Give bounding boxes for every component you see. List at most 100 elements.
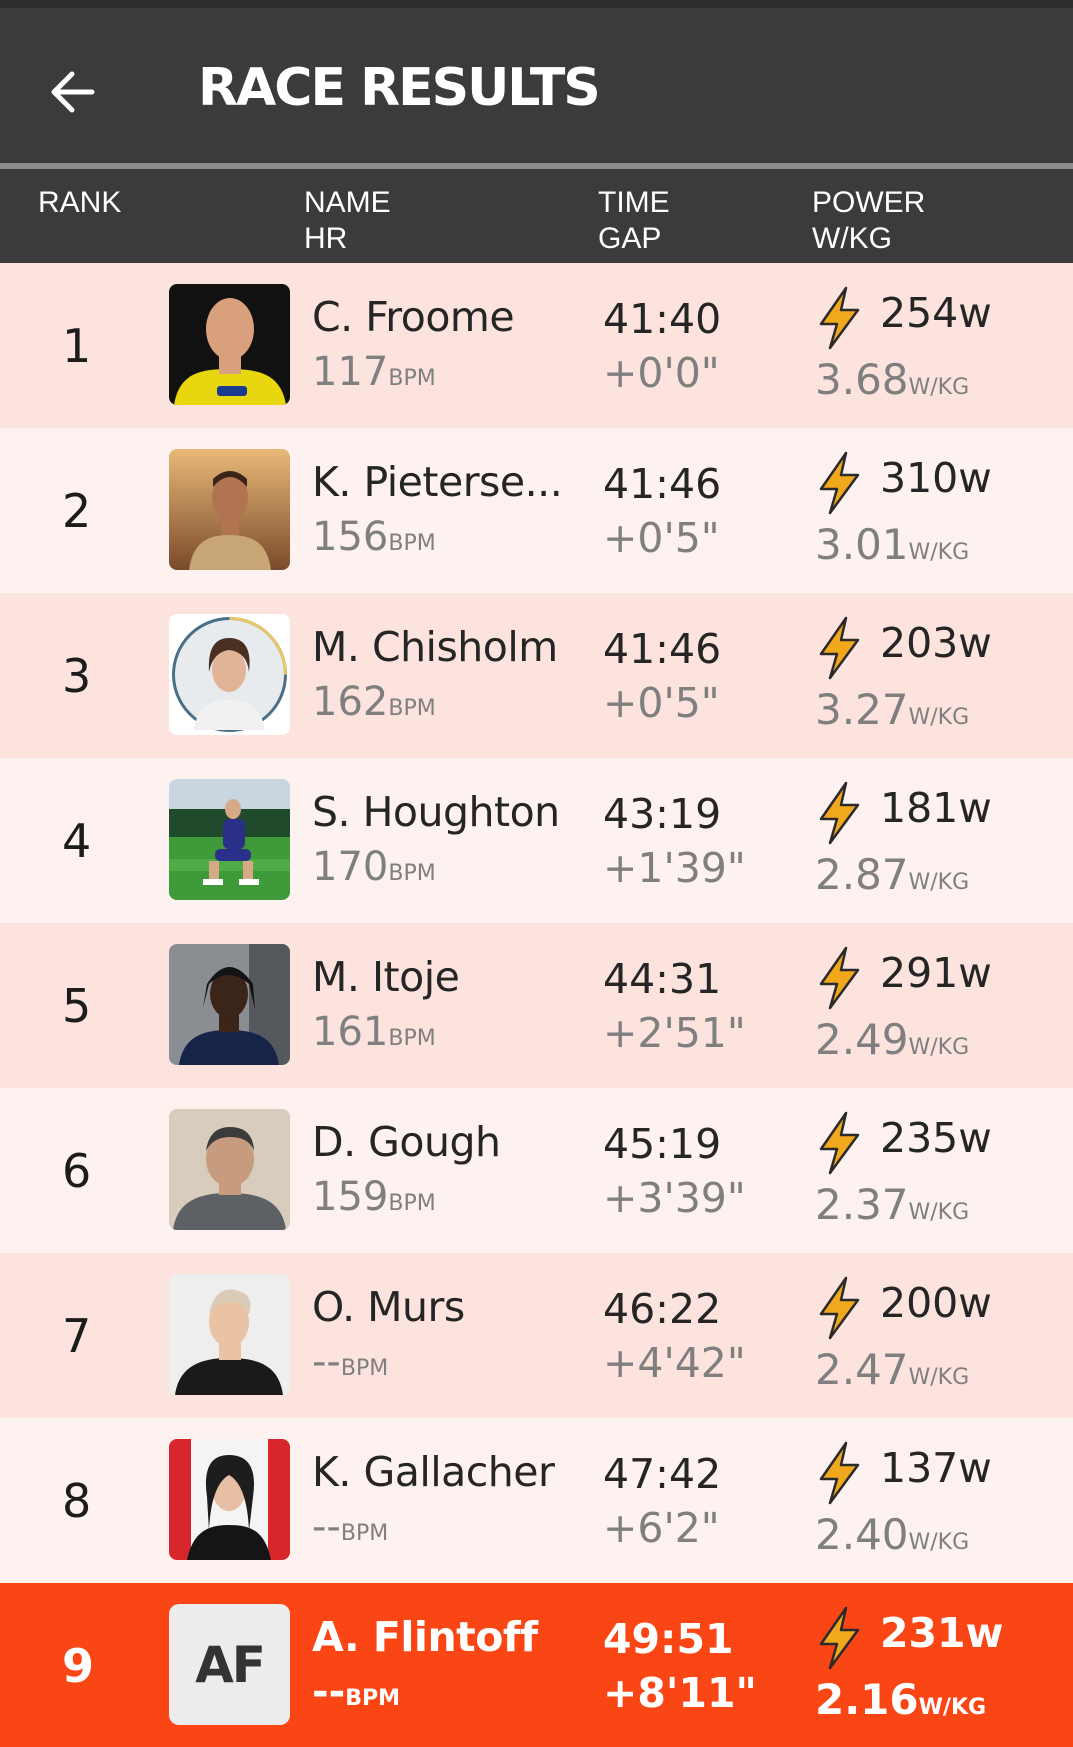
race-time: 41:46 [603, 460, 722, 508]
power-watts: 200w [880, 1279, 992, 1327]
column-hr-label: HR [304, 222, 348, 255]
watts-per-kg: 3.27W/KG [815, 685, 969, 734]
column-wkg-label: W/KG [812, 222, 892, 255]
time-gap: +0'5" [603, 514, 720, 562]
watts-per-kg-value: 2.47 [815, 1345, 909, 1394]
heart-rate-value: 170 [312, 844, 389, 890]
race-time: 49:51 [603, 1615, 734, 1663]
watts-per-kg: 2.87W/KG [815, 850, 969, 899]
heart-rate: 117BPM [312, 349, 436, 395]
rank: 6 [62, 1144, 92, 1198]
rank: 9 [62, 1639, 95, 1693]
heart-rate: 170BPM [312, 844, 436, 890]
race-time: 41:40 [603, 295, 722, 343]
time-gap: +2'51" [603, 1009, 746, 1057]
watts-per-kg-value: 2.40 [815, 1510, 909, 1559]
rank: 5 [62, 979, 92, 1033]
bpm-unit: BPM [388, 1026, 436, 1051]
time-gap: +3'39" [603, 1174, 746, 1222]
avatar-photo-footballer-pitch [169, 779, 290, 900]
rider-name: M. Chisholm [312, 623, 558, 671]
heart-rate-value: -- [312, 1339, 341, 1385]
rider-name: C. Froome [312, 293, 515, 341]
race-time: 44:31 [603, 955, 722, 1003]
rider-name: A. Flintoff [312, 1613, 538, 1661]
lightning-bolt-icon [815, 1111, 863, 1175]
avatar-photo-woman-red-carpet [169, 1439, 290, 1560]
lightning-bolt-icon [815, 1441, 863, 1505]
race-time: 43:19 [603, 790, 722, 838]
race-time: 41:46 [603, 625, 722, 673]
table-row[interactable]: 4 S. Houghton 170BPM 43:19 +1'39" 181w 2.87W/K… [0, 758, 1073, 923]
watts-per-kg-value: 3.68 [815, 355, 909, 404]
heart-rate-value: 156 [312, 514, 389, 560]
lightning-bolt-icon [815, 781, 863, 845]
bpm-unit: BPM [388, 531, 436, 556]
column-rank: RANK [38, 185, 121, 221]
power-watts: 137w [880, 1444, 992, 1492]
top-app-bar: RACE RESULTS [0, 8, 1073, 163]
race-results-screen: RACE RESULTS RANK NAME HR TIME GAP POWER… [0, 0, 1073, 1747]
rider-name: M. Itoje [312, 953, 460, 1001]
table-row[interactable]: 6 D. Gough 159BPM 45:19 +3'39" 235w 2.37W/KG [0, 1088, 1073, 1253]
wkg-unit: W/KG [908, 1200, 970, 1225]
table-row[interactable]: 2 K. Pieterse... 156BPM 41:46 +0'5" 310w 3.01W… [0, 428, 1073, 593]
bpm-unit: BPM [388, 366, 436, 391]
heart-rate: --BPM [312, 1339, 388, 1385]
wkg-unit: W/KG [908, 540, 970, 565]
heart-rate-value: 161 [312, 1009, 389, 1055]
watts-per-kg: 2.16W/KG [815, 1675, 986, 1724]
column-headers: RANK NAME HR TIME GAP POWER W/KG [0, 169, 1073, 263]
bpm-unit: BPM [340, 1521, 389, 1546]
wkg-unit: W/KG [918, 1695, 987, 1720]
heart-rate: 161BPM [312, 1009, 436, 1055]
lightning-bolt-icon [815, 946, 863, 1010]
rank: 1 [62, 319, 92, 373]
watts-per-kg: 3.01W/KG [815, 520, 969, 569]
wkg-unit: W/KG [908, 1530, 970, 1555]
lightning-bolt-icon [815, 451, 863, 515]
watts-per-kg: 3.68W/KG [815, 355, 969, 404]
heart-rate: --BPM [312, 1504, 388, 1550]
power-watts: 181w [880, 784, 992, 832]
race-time: 45:19 [603, 1120, 722, 1168]
watts-per-kg-value: 2.49 [815, 1015, 909, 1064]
rank: 7 [62, 1309, 92, 1363]
bpm-unit: BPM [345, 1686, 400, 1711]
table-row[interactable]: 1 C. Froome 117BPM 41:40 +0'0" 254w 3.68W/KG [0, 263, 1073, 428]
table-row[interactable]: 7 O. Murs --BPM 46:22 +4'42" 200w 2.47W/KG [0, 1253, 1073, 1418]
back-arrow-icon[interactable] [46, 62, 106, 122]
bpm-unit: BPM [388, 696, 436, 721]
watts-per-kg: 2.37W/KG [815, 1180, 969, 1229]
wkg-unit: W/KG [908, 1365, 970, 1390]
heart-rate-value: 162 [312, 679, 389, 725]
rider-name: K. Gallacher [312, 1448, 555, 1496]
status-strip [0, 0, 1073, 8]
lightning-bolt-icon [815, 286, 863, 350]
lightning-bolt-icon [815, 616, 863, 680]
rider-name: S. Houghton [312, 788, 560, 836]
time-gap: +4'42" [603, 1339, 746, 1387]
avatar-initials: AF [169, 1604, 290, 1725]
table-row[interactable]: 5 M. Itoje 161BPM 44:31 +2'51" 291w 2.49W/KG [0, 923, 1073, 1088]
results-list: 1 C. Froome 117BPM 41:40 +0'0" 254w 3.68W/KG 2 K… [0, 263, 1073, 1747]
rider-name: O. Murs [312, 1283, 465, 1331]
table-row[interactable]: 9 AF A. Flintoff --BPM 49:51 +8'11" 231w 2.16W/… [0, 1583, 1073, 1747]
column-name-label: NAME [304, 186, 391, 219]
wkg-unit: W/KG [908, 870, 970, 895]
power-watts: 235w [880, 1114, 992, 1162]
heart-rate: --BPM [312, 1669, 400, 1715]
heart-rate-value: 159 [312, 1174, 389, 1220]
table-row[interactable]: 3 M. Chisholm 162BPM 41:46 +0'5" 203w 3.27W/KG [0, 593, 1073, 758]
avatar-photo-man-braids [169, 944, 290, 1065]
column-time-gap: TIME GAP [598, 185, 670, 257]
bpm-unit: BPM [388, 1191, 436, 1216]
watts-per-kg-value: 2.16 [815, 1675, 919, 1724]
avatar-photo-man-grey-shirt [169, 1109, 290, 1230]
rank: 4 [62, 814, 92, 868]
watts-per-kg-value: 3.01 [815, 520, 909, 569]
table-row[interactable]: 8 K. Gallacher --BPM 47:42 +6'2" 137w 2.40W/KG [0, 1418, 1073, 1583]
rank: 3 [62, 649, 92, 703]
heart-rate-value: -- [312, 1504, 341, 1550]
column-name-hr: NAME HR [304, 185, 391, 257]
